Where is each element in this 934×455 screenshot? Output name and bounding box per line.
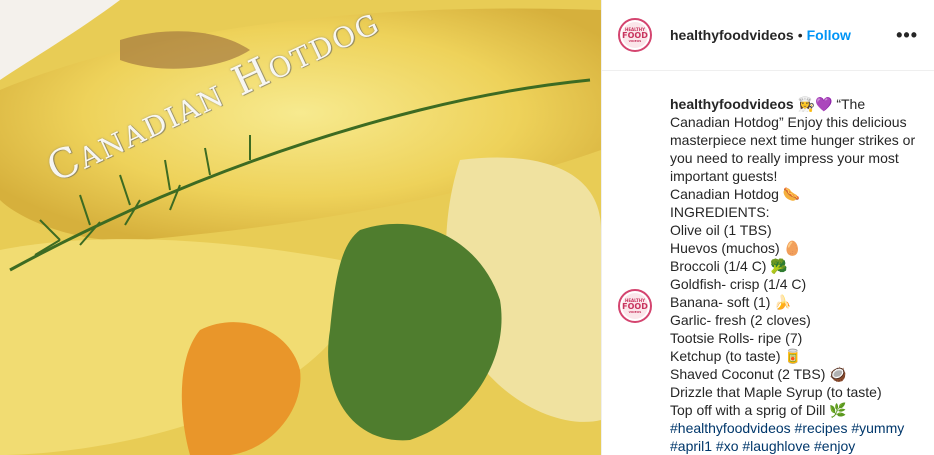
more-options-icon[interactable]: •••	[896, 25, 918, 46]
post-image[interactable]: Canadian Hotdog	[0, 0, 601, 455]
header-username-link[interactable]: healthyfoodvideos	[670, 27, 794, 43]
avatar-logo: HEALTHY FOOD VIDEOS	[622, 22, 648, 48]
avatar-logo-text-3: VIDEOS	[628, 38, 642, 43]
caption-body: 👩‍🍳💜 “The Canadian Hotdog” Enjoy this de…	[670, 96, 916, 418]
post-header: HEALTHY FOOD VIDEOS healthyfoodvideos • …	[602, 0, 934, 71]
caption-username-link[interactable]: healthyfoodvideos	[670, 96, 794, 112]
caption-avatar-text-3: VIDEOS	[628, 309, 642, 314]
header-separator: •	[797, 27, 803, 43]
post-side-panel: HEALTHY FOOD VIDEOS healthyfoodvideos • …	[601, 0, 934, 455]
caption-avatar-logo: HEALTHY FOOD VIDEOS	[622, 293, 648, 319]
caption-avatar[interactable]: HEALTHY FOOD VIDEOS	[618, 289, 652, 323]
instagram-post: Canadian Hotdog HEALTHY FOOD VIDEOS heal…	[0, 0, 934, 455]
caption-hashtags[interactable]: #healthyfoodvideos #recipes #yummy #apri…	[670, 419, 922, 455]
caption-section: HEALTHY FOOD VIDEOS healthyfoodvideos 👩‍…	[602, 71, 934, 455]
avatar[interactable]: HEALTHY FOOD VIDEOS	[618, 18, 652, 52]
follow-button[interactable]: Follow	[807, 27, 851, 43]
caption-text: healthyfoodvideos 👩‍🍳💜 “The Canadian Hot…	[670, 95, 922, 419]
